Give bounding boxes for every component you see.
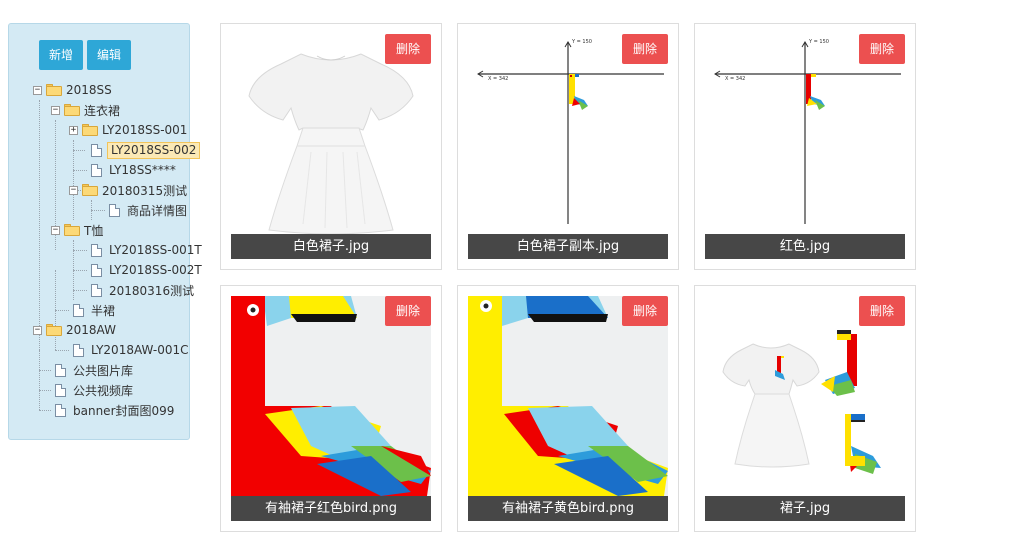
image-card[interactable]: 删除 有袖裙子黄色bird.png <box>457 285 679 532</box>
tree-node-label: LY2018SS-002 <box>107 141 201 159</box>
axis-label-y: Y = 150 <box>571 39 592 45</box>
axis-label-y: Y = 150 <box>808 39 829 45</box>
file-icon <box>91 263 102 277</box>
collapse-icon[interactable]: − <box>33 85 42 95</box>
image-caption: 红色.jpg <box>705 234 905 259</box>
collapse-icon[interactable]: − <box>33 325 42 335</box>
tree-node-ly2018ss-001[interactable]: + LY2018SS-001 <box>69 120 189 140</box>
file-icon <box>91 243 102 257</box>
axes-yellow-bird-image[interactable]: Y = 150 X = 342 <box>468 34 668 234</box>
folder-open-icon <box>46 84 62 96</box>
file-icon <box>55 403 66 417</box>
file-icon <box>109 203 120 217</box>
folder-tree: − 2018SS − 连衣裙 + LY2018SS-001 LY2018SS-0… <box>9 24 202 439</box>
delete-button[interactable]: 删除 <box>622 296 668 326</box>
tree-node-label: 20180316测试 <box>109 283 195 298</box>
dress-with-birds-image[interactable] <box>705 296 905 496</box>
file-icon <box>55 363 66 377</box>
tree-node-label: LY2018SS-001 <box>102 123 188 137</box>
yellow-bird-image[interactable] <box>468 296 668 496</box>
tree-node-ly2018ss-002t[interactable]: LY2018SS-002T <box>89 260 204 280</box>
folder-open-icon <box>82 184 98 196</box>
image-card[interactable]: 删除 白色裙子.jpg <box>220 23 442 270</box>
file-icon <box>91 143 102 157</box>
white-dress-image[interactable] <box>231 34 431 234</box>
tree-node-label: LY2018SS-001T <box>109 243 202 257</box>
folder-open-icon <box>46 324 62 336</box>
tree-node-label: LY2018SS-002T <box>109 263 202 277</box>
image-card[interactable]: 删除 有袖裙子红色bird.png <box>220 285 442 532</box>
collapse-icon[interactable]: − <box>69 185 78 195</box>
file-icon <box>91 163 102 177</box>
image-card[interactable]: 删除 裙子.jpg <box>694 285 916 532</box>
tree-node-ly2018ss-001t[interactable]: LY2018SS-001T <box>89 240 204 260</box>
tree-node-label: 半裙 <box>91 303 116 318</box>
delete-button[interactable]: 删除 <box>385 34 431 64</box>
tree-node-public-videos[interactable]: 公共视频库 <box>53 380 135 400</box>
delete-button[interactable]: 删除 <box>622 34 668 64</box>
tree-node-2018ss[interactable]: − 2018SS <box>33 80 114 100</box>
file-icon <box>73 303 84 317</box>
axes-red-bird-image[interactable]: Y = 150 X = 342 <box>705 34 905 234</box>
tree-node-label: banner封面图099 <box>73 403 175 418</box>
tree-node-2018aw[interactable]: − 2018AW <box>33 320 118 340</box>
image-card[interactable]: Y = 150 X = 342 删除 白色裙子副本.jpg <box>457 23 679 270</box>
tree-node-tshirt[interactable]: − T恤 <box>51 220 105 240</box>
tree-node-label: LY2018AW-001C <box>91 343 189 357</box>
tree-node-label: 连衣裙 <box>84 103 121 118</box>
tree-node-banner[interactable]: banner封面图099 <box>53 400 176 420</box>
folder-icon <box>82 124 98 136</box>
tree-node-detail[interactable]: 商品详情图 <box>107 200 189 220</box>
tree-node-label: 商品详情图 <box>127 203 188 218</box>
folder-open-icon <box>64 224 80 236</box>
image-caption: 有袖裙子红色bird.png <box>231 496 431 521</box>
axis-label-x: X = 342 <box>725 76 745 82</box>
image-caption: 裙子.jpg <box>705 496 905 521</box>
image-card[interactable]: Y = 150 X = 342 删除 红色.jpg <box>694 23 916 270</box>
collapse-icon[interactable]: − <box>51 225 60 235</box>
expand-icon[interactable]: + <box>69 125 78 135</box>
tree-node-public-images[interactable]: 公共图片库 <box>53 360 135 380</box>
tree-node-label: 公共图片库 <box>73 363 134 378</box>
folder-open-icon <box>64 104 80 116</box>
tree-node-ly18ss[interactable]: LY18SS**** <box>89 160 178 180</box>
file-icon <box>55 383 66 397</box>
red-bird-image[interactable] <box>231 296 431 496</box>
image-caption: 白色裙子.jpg <box>231 234 431 259</box>
tree-node-label: 2018AW <box>66 323 116 337</box>
delete-button[interactable]: 删除 <box>385 296 431 326</box>
delete-button[interactable]: 删除 <box>859 296 905 326</box>
tree-node-label: 公共视频库 <box>73 383 134 398</box>
tree-node-dress[interactable]: − 连衣裙 <box>51 100 122 120</box>
tree-node-label: LY18SS**** <box>109 163 176 177</box>
tree-node-ly2018aw-001c[interactable]: LY2018AW-001C <box>71 340 191 360</box>
collapse-icon[interactable]: − <box>51 105 60 115</box>
delete-button[interactable]: 删除 <box>859 34 905 64</box>
tree-node-ly2018ss-002[interactable]: LY2018SS-002 <box>89 140 201 160</box>
tree-node-label: 20180315测试 <box>102 183 188 198</box>
tree-panel: 新增 编辑 − 2018SS − 连衣裙 + LY2018SS-001 LY20… <box>8 23 202 440</box>
tree-node-label: T恤 <box>84 223 104 238</box>
axis-label-x: X = 342 <box>488 76 508 82</box>
image-caption: 白色裙子副本.jpg <box>468 234 668 259</box>
tree-node-label: 2018SS <box>66 83 112 97</box>
file-icon <box>73 343 84 357</box>
tree-node-20180315[interactable]: − 20180315测试 <box>69 180 189 200</box>
tree-node-20180316[interactable]: 20180316测试 <box>89 280 196 300</box>
image-caption: 有袖裙子黄色bird.png <box>468 496 668 521</box>
file-icon <box>91 283 102 297</box>
tree-node-skirt[interactable]: 半裙 <box>71 300 117 320</box>
